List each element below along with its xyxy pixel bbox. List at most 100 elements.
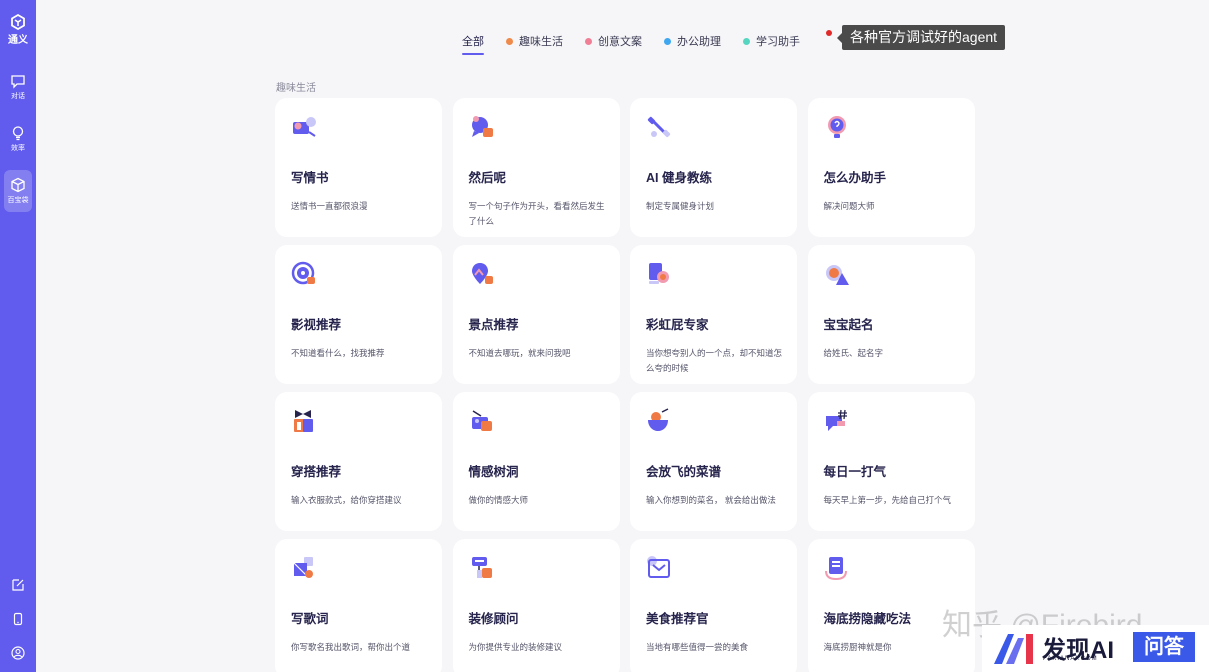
agent-card-grid: 写情书 送情书一直都很浪漫 然后呢 写一个句子作为开头，看看然后发生了什么 AI… [275, 98, 975, 672]
card-description: 你写歌名我出歌词，帮你出个道 [291, 642, 411, 652]
tab-label: 创意文案 [598, 36, 642, 48]
agent-card[interactable]: 穿搭推荐 输入衣服款式，给你穿搭建议 [275, 392, 442, 531]
card-description: 解决问题大师 [823, 201, 875, 211]
praise-icon [649, 263, 669, 284]
chat-icon [11, 75, 25, 89]
dumbbell-icon [647, 116, 671, 138]
agent-card[interactable]: 写情书 送情书一直都很浪漫 [275, 98, 442, 237]
agent-card[interactable]: 写歌词 你写歌名我出歌词，帮你出个道 [275, 539, 442, 672]
agent-card[interactable]: 影视推荐 不知道看什么，找我推荐 [275, 245, 442, 384]
card-description: 给姓氏、起名字 [823, 348, 884, 358]
sidebar: 通义 对话 效率 百宝袋 [0, 0, 36, 672]
agent-card[interactable]: 会放飞的菜谱 输入你想到的菜名， 就会给出做法 [630, 392, 797, 531]
tongyi-logo-icon [11, 14, 25, 30]
love-letter-icon [293, 117, 316, 137]
card-description: 输入衣服款式，给你穿搭建议 [291, 495, 402, 505]
card-title: 装修顾问 [468, 612, 519, 626]
card-title: 景点推荐 [468, 318, 519, 332]
card-description: 每天早上第一步，先给自己打个气 [823, 495, 952, 505]
card-description: 写一个句子作为开头，看看然后发生了什么 [468, 201, 605, 226]
cheer-icon [825, 409, 847, 431]
tab-creative-copy[interactable]: 创意文案 [585, 32, 642, 50]
section-title: 趣味生活 [276, 83, 316, 94]
card-title: 海底捞隐藏吃法 [823, 612, 912, 626]
sidebar-item-efficiency[interactable]: 效率 [4, 118, 32, 160]
location-pin-icon [471, 263, 493, 284]
sidebar-item-chat[interactable]: 对话 [4, 66, 32, 108]
category-tabs: 全部 趣味生活 创意文案 办公助理 学习助手 [462, 32, 822, 55]
card-description: 制定专属健身计划 [646, 201, 715, 211]
bowtie-icon [294, 410, 313, 432]
card-title: 宝宝起名 [823, 318, 874, 332]
tree-hole-icon [471, 410, 492, 431]
recipe-bowl-icon [648, 408, 669, 431]
sidebar-item-label: 效率 [11, 145, 25, 152]
faxianai-logo-icon [994, 634, 1033, 664]
agent-card[interactable]: 美食推荐官 当地有哪些值得一尝的美食 [630, 539, 797, 672]
card-title: 美食推荐官 [646, 612, 709, 626]
lightbulb-icon [12, 126, 24, 141]
agent-card[interactable]: 怎么办助手 解决问题大师 [807, 98, 975, 237]
agent-card[interactable]: 情感树洞 做你的情感大师 [452, 392, 620, 531]
annotation-dot [826, 30, 832, 36]
food-box-icon [647, 556, 670, 578]
agent-card[interactable]: 景点推荐 不知道去哪玩，就来问我吧 [452, 245, 620, 384]
agent-card[interactable]: 然后呢 写一个句子作为开头，看看然后发生了什么 [452, 98, 620, 237]
card-title: 会放飞的菜谱 [646, 465, 722, 479]
tab-office-assistant[interactable]: 办公助理 [664, 32, 721, 50]
film-reel-icon [291, 261, 315, 285]
card-description: 不知道看什么，找我推荐 [291, 348, 385, 358]
category-dot-icon [585, 37, 592, 45]
tab-fun-life[interactable]: 趣味生活 [506, 32, 563, 50]
card-title: 影视推荐 [291, 318, 342, 332]
logo-text: 通义 [8, 35, 28, 46]
category-dot-icon [664, 37, 671, 45]
edit-icon[interactable] [11, 578, 25, 592]
decoration-icon [471, 557, 492, 578]
card-description: 不知道去哪玩，就来问我吧 [468, 348, 571, 358]
tab-all[interactable]: 全部 [462, 32, 484, 55]
watermark-brand-sub: FAXIANAI.COM [1043, 656, 1098, 662]
agent-card[interactable]: 每日一打气 每天早上第一步，先给自己打个气 [807, 392, 975, 531]
card-title: 每日一打气 [823, 465, 887, 479]
agent-card[interactable]: AI 健身教练 制定专属健身计划 [630, 98, 797, 237]
user-icon[interactable] [11, 646, 25, 660]
sidebar-bottom [11, 578, 25, 660]
card-title: 穿搭推荐 [291, 465, 342, 479]
card-description: 当地有哪些值得一尝的美食 [646, 642, 749, 652]
card-title: AI 健身教练 [646, 171, 712, 185]
lyrics-icon [293, 557, 313, 578]
card-description: 为你提供专业的装修建议 [468, 642, 563, 652]
tab-study-assistant[interactable]: 学习助手 [743, 32, 800, 50]
card-title: 怎么办助手 [823, 171, 887, 185]
sidebar-item-label: 对话 [11, 93, 25, 100]
tab-label: 学习助手 [756, 36, 800, 48]
watermark-badge: 问答 [1133, 632, 1195, 662]
sidebar-item-label: 百宝袋 [7, 197, 29, 204]
card-title: 彩虹屁专家 [646, 318, 709, 332]
card-description: 当你想夸别人的一个点，却不知道怎么夸的时候 [646, 348, 783, 373]
card-description: 做你的情感大师 [468, 495, 529, 505]
tab-label: 趣味生活 [519, 36, 563, 48]
agent-card[interactable]: 装修顾问 为你提供专业的装修建议 [452, 539, 620, 672]
sidebar-nav: 对话 效率 百宝袋 [4, 66, 32, 212]
category-dot-icon [506, 37, 513, 45]
card-title: 然后呢 [468, 171, 507, 185]
question-bulb-icon [827, 116, 846, 138]
tab-label: 办公助理 [677, 36, 721, 48]
card-description: 送情书一直都很浪漫 [291, 201, 368, 211]
card-title: 情感树洞 [468, 465, 519, 479]
hotpot-menu-icon [824, 557, 847, 581]
phone-icon[interactable] [11, 612, 25, 626]
app-logo[interactable]: 通义 [8, 14, 28, 46]
agent-card[interactable]: 彩虹屁专家 当你想夸别人的一个点，却不知道怎么夸的时候 [630, 245, 797, 384]
sidebar-item-toolbox[interactable]: 百宝袋 [4, 170, 32, 212]
speech-bubble-icon [471, 116, 493, 137]
annotation-tooltip: 各种官方调试好的agent [836, 25, 1006, 50]
agent-card[interactable]: 宝宝起名 给姓氏、起名字 [807, 245, 975, 384]
card-title: 写情书 [291, 171, 329, 185]
card-description: 输入你想到的菜名， 就会给出做法 [646, 495, 776, 505]
box-icon [11, 177, 25, 193]
baby-icon [825, 265, 849, 285]
card-title: 写歌词 [291, 612, 329, 626]
